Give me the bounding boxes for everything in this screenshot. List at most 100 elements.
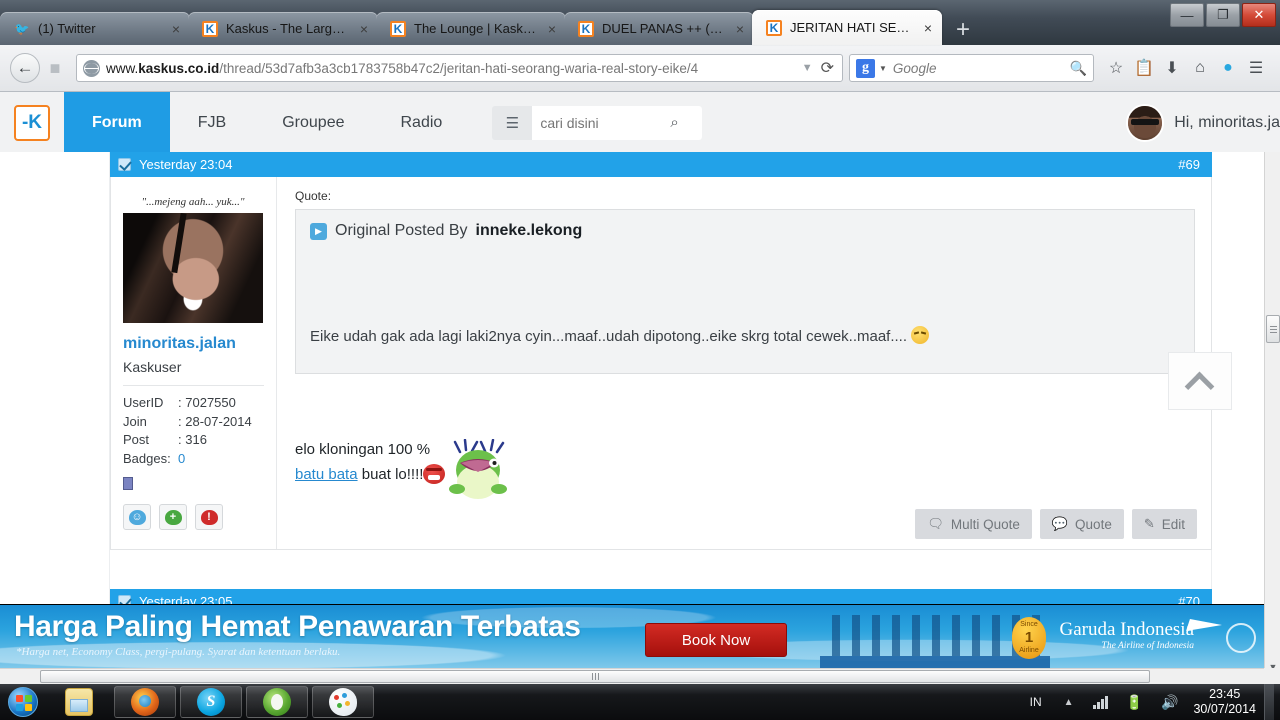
post-content-panel: Quote: ▶ Original Posted By inneke.lekon… [277, 177, 1211, 549]
author-username[interactable]: minoritas.jalan [123, 335, 264, 353]
ad-seal-icon [1226, 623, 1256, 653]
forward-icon: ■ [49, 57, 61, 78]
chevron-down-icon[interactable]: ▼ [879, 64, 887, 73]
quote-jump-icon[interactable]: ▶ [310, 222, 327, 240]
tab-title: The Lounge | Kaskus ... [414, 21, 538, 36]
back-button[interactable]: ← [10, 53, 40, 83]
category-list-icon[interactable]: ☰ [492, 114, 532, 132]
browser-tab-jeritan-hati[interactable]: K JERITAN HATI SEOR... × [752, 10, 942, 45]
clock[interactable]: 23:45 30/07/2014 [1193, 687, 1256, 717]
nav-item-forum[interactable]: Forum [64, 91, 170, 154]
close-icon[interactable]: × [544, 21, 560, 37]
battery-charging-icon[interactable]: 🔋 [1126, 694, 1143, 711]
clock-date: 30/07/2014 [1193, 702, 1256, 716]
skype-taskbar-button[interactable]: S [180, 686, 242, 718]
nav-item-radio[interactable]: Radio [373, 92, 471, 154]
window-controls: — ❐ ✕ [1168, 3, 1276, 29]
browser-search-bar[interactable]: g ▼ Google 🔍 [849, 54, 1094, 82]
chevron-down-icon[interactable]: ▼ [802, 62, 813, 74]
downloads-icon[interactable]: ⬇ [1158, 58, 1186, 78]
new-tab-button[interactable]: + [948, 15, 978, 45]
opera-taskbar-button[interactable] [246, 686, 308, 718]
edit-button[interactable]: ✎ Edit [1131, 509, 1197, 539]
firefox-taskbar-button[interactable] [114, 686, 176, 718]
nav-item-fjb[interactable]: FJB [170, 92, 254, 154]
post-number[interactable]: #69 [1178, 157, 1200, 172]
avatar[interactable] [1126, 104, 1165, 142]
show-desktop-button[interactable] [1264, 684, 1274, 720]
user-greeting[interactable]: Hi, minoritas.ja [1174, 114, 1280, 132]
reload-icon[interactable]: ⟳ [821, 58, 834, 78]
post-header-left: Yesterday 23:04 [118, 157, 232, 172]
close-icon[interactable]: × [168, 21, 184, 37]
multi-quote-button[interactable]: 🗨 Multi Quote [915, 509, 1032, 539]
tab-title: JERITAN HATI SEOR... [790, 20, 914, 35]
stat-value: : 316 [178, 432, 207, 447]
search-icon[interactable]: ⌕ [670, 114, 678, 131]
search-input[interactable] [540, 114, 671, 131]
user-area[interactable]: Hi, minoritas.ja [1126, 92, 1280, 154]
quote-header-author[interactable]: inneke.lekong [476, 222, 583, 240]
clock-time: 23:45 [1209, 687, 1241, 701]
address-bar[interactable]: www.kaskus.co.id/thread/53d7afb3a3cb1783… [76, 54, 843, 82]
restore-button[interactable]: ❐ [1206, 3, 1240, 27]
report-bubble-icon[interactable]: ! [195, 504, 223, 530]
quote-button[interactable]: 💬 Quote [1039, 509, 1124, 539]
explorer-taskbar-button[interactable] [48, 686, 110, 718]
add-bubble-icon[interactable]: + [159, 504, 187, 530]
search-icon[interactable]: 🔍 [1070, 60, 1087, 77]
skype-icon[interactable]: ● [1214, 59, 1242, 77]
start-button[interactable] [0, 685, 46, 719]
divider [123, 385, 264, 386]
home-icon[interactable]: ⌂ [1186, 59, 1214, 77]
multi-quote-icon: 🗨 [927, 516, 944, 531]
author-badge-icon [123, 477, 133, 490]
volume-icon[interactable]: 🔊 [1161, 694, 1178, 711]
bookmark-star-icon[interactable]: ☆ [1102, 58, 1130, 78]
site-search-box[interactable]: ⌕ [532, 105, 703, 140]
post-header-left: Yesterday 23:05 [118, 594, 232, 604]
quote-box: ▶ Original Posted By inneke.lekong Eike … [295, 209, 1195, 374]
browser-tab-duel-panas[interactable]: K DUEL PANAS ++ (PE... × [564, 12, 754, 45]
ad-banner[interactable]: Harga Paling Hemat Penawaran Terbatas *H… [0, 605, 1264, 668]
post-message-line-1: elo kloningan 100 % [295, 441, 431, 458]
nav-item-groupee[interactable]: Groupee [254, 92, 372, 154]
reading-list-icon[interactable]: 📋 [1130, 58, 1158, 78]
quote-label: Quote [1075, 516, 1112, 532]
batu-bata-link[interactable]: batu bata [295, 466, 358, 483]
browser-tab-kaskus-home[interactable]: K Kaskus - The Largest ... × [188, 12, 378, 45]
kaskus-icon: K [578, 20, 594, 37]
kaskus-logo[interactable]: -K [14, 104, 50, 141]
close-icon[interactable]: × [732, 21, 748, 37]
close-icon[interactable]: × [920, 20, 936, 36]
language-indicator[interactable]: IN [1030, 695, 1042, 709]
vertical-scrollbar[interactable]: ▼ [1264, 152, 1280, 672]
menu-icon[interactable]: ☰ [1242, 58, 1270, 78]
browser-tab-lounge[interactable]: K The Lounge | Kaskus ... × [376, 12, 566, 45]
paint-taskbar-button[interactable] [312, 686, 374, 718]
scrollbar-thumb[interactable] [1266, 315, 1280, 343]
stat-value[interactable]: 0 [178, 450, 185, 469]
minimize-button[interactable]: — [1170, 3, 1204, 27]
post-checkbox[interactable] [118, 595, 131, 604]
browser-tab-twitter[interactable]: 🐦 (1) Twitter × [0, 12, 190, 45]
post-checkbox[interactable] [118, 158, 131, 171]
post-message-line-2: batu bata buat lo!!!! [295, 462, 446, 487]
horizontal-scrollbar[interactable] [0, 668, 1264, 684]
ad-subtitle: *Harga net, Economy Class, pergi-pulang.… [16, 646, 341, 658]
signal-bars-icon[interactable] [1092, 695, 1108, 709]
scroll-to-top-button[interactable] [1168, 352, 1232, 410]
author-stat-post: Post : 316 [123, 431, 264, 450]
book-now-button[interactable]: Book Now [645, 623, 787, 657]
close-icon[interactable]: × [356, 21, 372, 37]
show-hidden-icons-icon[interactable]: ▲ [1064, 697, 1074, 708]
ad-badge: Since 1 Airline [1012, 617, 1046, 659]
profile-bubble-icon[interactable]: ☺ [123, 504, 151, 530]
horizontal-scrollbar-thumb[interactable] [40, 670, 1150, 683]
quote-icon: 💬 [1051, 516, 1069, 531]
close-window-button[interactable]: ✕ [1242, 3, 1276, 27]
edit-icon: ✎ [1143, 516, 1155, 531]
post-number[interactable]: #70 [1178, 594, 1200, 604]
forward-button[interactable]: ■ [40, 53, 70, 83]
start-orb-icon [8, 687, 38, 717]
